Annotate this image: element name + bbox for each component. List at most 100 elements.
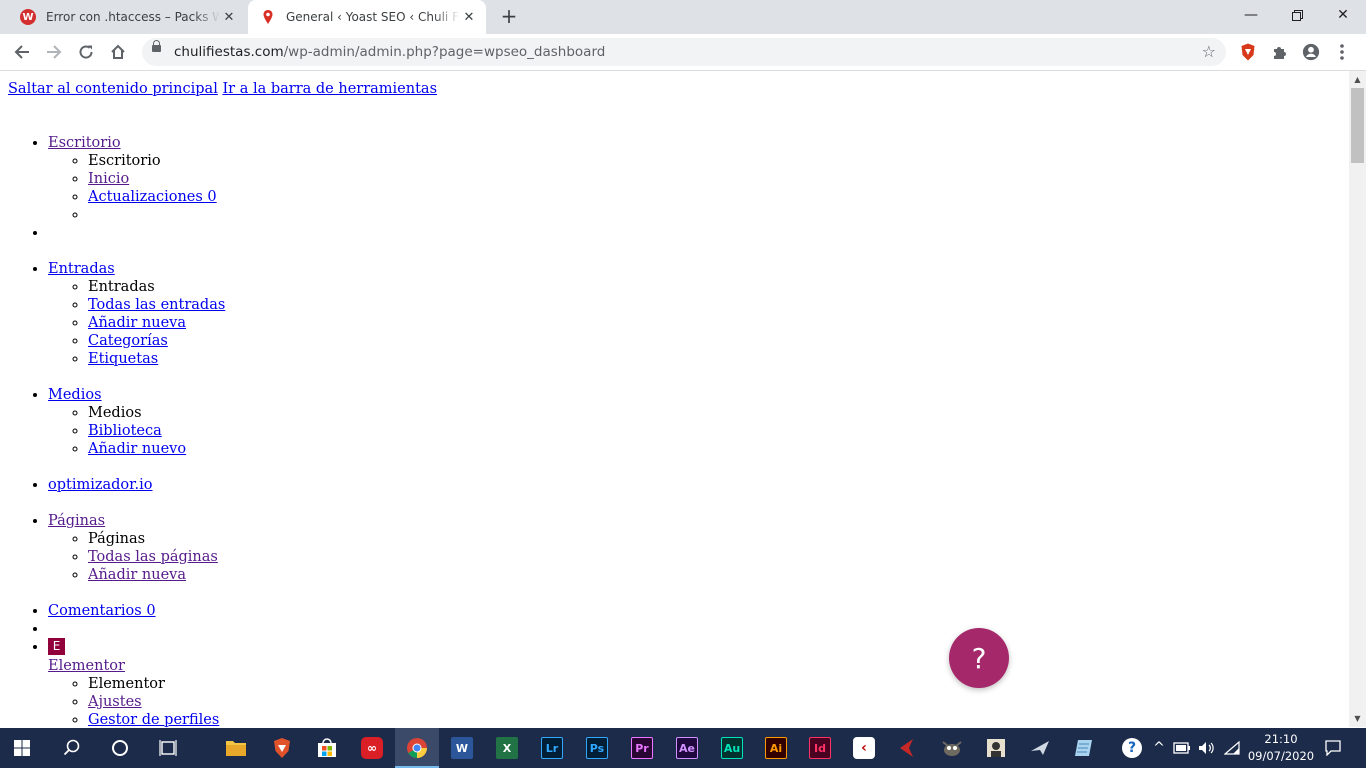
submenu-item-actualizaciones: Actualizaciones 0 bbox=[88, 188, 948, 206]
plane-app-icon[interactable] bbox=[1018, 728, 1062, 768]
menu-item-comentarios: Comentarios 0 bbox=[48, 584, 948, 620]
word-icon[interactable]: W bbox=[440, 728, 484, 768]
skip-to-content-link[interactable]: Saltar al contenido principal bbox=[8, 81, 218, 97]
file-explorer-icon[interactable] bbox=[214, 728, 258, 768]
after-effects-icon[interactable]: Ae bbox=[665, 728, 709, 768]
submenu-item-etiquetas: Etiquetas bbox=[88, 350, 948, 368]
app-portrait-icon[interactable] bbox=[974, 728, 1018, 768]
page-content: Saltar al contenido principal Ir a la ba… bbox=[0, 71, 1349, 727]
browser-tab-bar: W Error con .htaccess – Packs Weber ✕ Ge… bbox=[0, 0, 1366, 34]
submenu-heading: Elementor bbox=[88, 675, 948, 693]
submenu-item-biblioteca: Biblioteca bbox=[88, 422, 948, 440]
clock-time: 21:10 bbox=[1264, 732, 1298, 746]
notes-app-icon[interactable] bbox=[1062, 728, 1106, 768]
show-hidden-icons-icon[interactable]: ^ bbox=[1150, 728, 1168, 768]
webempresa-icon: W bbox=[20, 9, 36, 25]
tab-title: General ‹ Yoast SEO ‹ Chuli Fiestas bbox=[286, 10, 460, 24]
brave-icon[interactable] bbox=[260, 728, 304, 768]
menu-link-optimizador[interactable]: optimizador.io bbox=[48, 477, 152, 493]
menu-item-paginas: Páginas Páginas Todas las páginas Añadir… bbox=[48, 494, 948, 584]
submenu-item-gestor-perfiles: Gestor de perfiles bbox=[88, 711, 948, 727]
filezilla-icon[interactable]: ‹ bbox=[842, 728, 886, 768]
submenu-item-ajustes: Ajustes bbox=[88, 693, 948, 711]
menu-item-medios: Medios Medios Biblioteca Añadir nuevo bbox=[48, 368, 948, 458]
chrome-menu-icon[interactable] bbox=[1333, 43, 1351, 61]
minimize-icon[interactable]: — bbox=[1228, 0, 1274, 30]
chrome-icon[interactable] bbox=[395, 728, 439, 768]
menu-item-entradas: Entradas Entradas Todas las entradas Aña… bbox=[48, 242, 948, 368]
cortana-icon[interactable] bbox=[98, 728, 142, 768]
home-icon[interactable] bbox=[106, 40, 130, 64]
submenu-heading: Medios bbox=[88, 404, 948, 422]
submenu-escritorio: Escritorio Inicio Actualizaciones 0 bbox=[48, 152, 948, 224]
submenu-medios: Medios Biblioteca Añadir nuevo bbox=[48, 404, 948, 458]
premiere-icon[interactable]: Pr bbox=[620, 728, 664, 768]
skip-to-toolbar-link[interactable]: Ir a la barra de herramientas bbox=[222, 81, 437, 97]
submenu-item-anadir-nuevo: Añadir nuevo bbox=[88, 440, 948, 458]
submenu-item-todas-paginas: Todas las páginas bbox=[88, 548, 948, 566]
close-tab-icon[interactable]: ✕ bbox=[220, 10, 238, 25]
scrollbar-thumb[interactable] bbox=[1351, 88, 1364, 163]
address-bar[interactable]: chulifiestas.com/wp-admin/admin.php?page… bbox=[142, 38, 1226, 66]
brave-extension-icon[interactable] bbox=[1239, 43, 1257, 61]
submenu-paginas: Páginas Todas las páginas Añadir nueva bbox=[48, 530, 948, 584]
new-tab-button[interactable]: + bbox=[498, 6, 520, 28]
tab-active[interactable]: General ‹ Yoast SEO ‹ Chuli Fiestas ✕ bbox=[248, 0, 486, 34]
skip-links: Saltar al contenido principal Ir a la ba… bbox=[8, 80, 437, 98]
admin-menu: Escritorio Escritorio Inicio Actualizaci… bbox=[8, 116, 948, 727]
scroll-down-icon[interactable]: ▼ bbox=[1349, 710, 1366, 727]
volume-icon[interactable] bbox=[1196, 728, 1218, 768]
profile-avatar-icon[interactable] bbox=[1302, 43, 1320, 61]
menu-link-comentarios[interactable]: Comentarios 0 bbox=[48, 603, 156, 619]
menu-link-escritorio[interactable]: Escritorio bbox=[48, 135, 121, 151]
close-window-icon[interactable]: ✕ bbox=[1320, 0, 1366, 30]
help-button[interactable]: ? bbox=[949, 628, 1009, 688]
notifications-icon[interactable] bbox=[1318, 728, 1348, 768]
tab-inactive[interactable]: W Error con .htaccess – Packs Weber ✕ bbox=[8, 0, 244, 34]
red-arrow-app-icon[interactable] bbox=[886, 728, 930, 768]
start-icon[interactable] bbox=[0, 728, 44, 768]
lightroom-icon[interactable]: Lr bbox=[530, 728, 574, 768]
submenu-elementor: Elementor Ajustes Gestor de perfiles bbox=[48, 675, 948, 727]
wifi-icon[interactable] bbox=[1221, 728, 1243, 768]
page-scrollbar[interactable]: ▲ ▼ bbox=[1349, 71, 1366, 727]
battery-icon[interactable] bbox=[1171, 728, 1193, 768]
windows-taskbar: ∞ W X Lr Ps Pr Ae Au Ai Id ‹ ? ^ 21:10 0… bbox=[0, 728, 1366, 768]
submenu-item-anadir-nueva-pagina: Añadir nueva bbox=[88, 566, 948, 584]
gimp-icon[interactable] bbox=[930, 728, 974, 768]
menu-item-escritorio: Escritorio Escritorio Inicio Actualizaci… bbox=[48, 116, 948, 224]
scroll-up-icon[interactable]: ▲ bbox=[1349, 71, 1366, 88]
clock-date: 09/07/2020 bbox=[1247, 749, 1315, 763]
back-icon[interactable] bbox=[10, 40, 34, 64]
submenu-heading: Páginas bbox=[88, 530, 948, 548]
tab-title: Error con .htaccess – Packs Weber bbox=[46, 10, 220, 24]
excel-icon[interactable]: X bbox=[485, 728, 529, 768]
system-clock[interactable]: 21:10 09/07/2020 bbox=[1246, 731, 1316, 765]
photoshop-icon[interactable]: Ps bbox=[575, 728, 619, 768]
restore-icon[interactable] bbox=[1274, 0, 1320, 30]
location-pin-icon bbox=[263, 10, 273, 24]
browser-toolbar: chulifiestas.com/wp-admin/admin.php?page… bbox=[0, 34, 1366, 71]
menu-link-medios[interactable]: Medios bbox=[48, 387, 102, 403]
store-icon[interactable] bbox=[305, 728, 349, 768]
indesign-icon[interactable]: Id bbox=[798, 728, 842, 768]
close-tab-icon[interactable]: ✕ bbox=[460, 10, 478, 25]
illustrator-icon[interactable]: Ai bbox=[754, 728, 798, 768]
menu-separator bbox=[48, 224, 948, 242]
bookmark-star-icon[interactable]: ☆ bbox=[1202, 42, 1216, 61]
reload-icon[interactable] bbox=[74, 40, 98, 64]
submenu-item-inicio: Inicio bbox=[88, 170, 948, 188]
menu-link-entradas[interactable]: Entradas bbox=[48, 261, 115, 277]
menu-link-paginas[interactable]: Páginas bbox=[48, 513, 105, 529]
search-icon[interactable] bbox=[50, 728, 94, 768]
audition-icon[interactable]: Au bbox=[710, 728, 754, 768]
submenu-item-categorias: Categorías bbox=[88, 332, 948, 350]
forward-icon[interactable] bbox=[42, 40, 66, 64]
submenu-item-empty bbox=[88, 206, 948, 224]
help-tray-icon[interactable]: ? bbox=[1118, 728, 1146, 768]
extensions-puzzle-icon[interactable] bbox=[1271, 43, 1289, 61]
creative-cloud-icon[interactable]: ∞ bbox=[350, 728, 394, 768]
task-view-icon[interactable] bbox=[146, 728, 190, 768]
menu-item-elementor: E Elementor Elementor Ajustes Gestor de … bbox=[48, 638, 948, 727]
menu-link-elementor[interactable]: Elementor bbox=[48, 658, 125, 674]
